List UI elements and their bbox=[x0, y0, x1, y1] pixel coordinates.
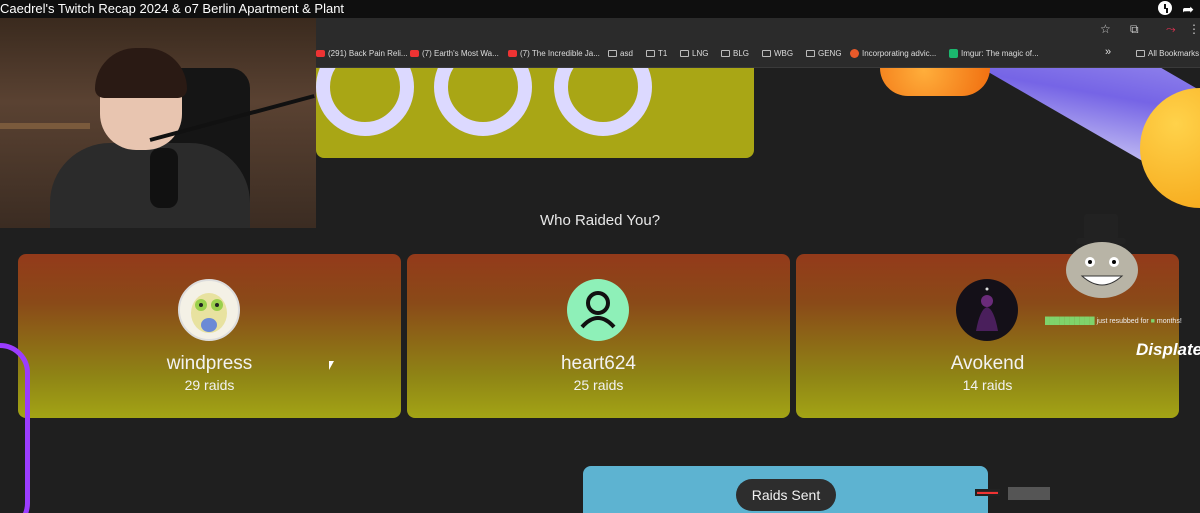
sponsor-logo: Displate bbox=[1136, 340, 1200, 359]
orange-ball-decoration bbox=[880, 68, 990, 96]
bookmark-item[interactable]: (7) The Incredible Ja... bbox=[508, 49, 600, 58]
bookmark-folder[interactable]: asd bbox=[608, 49, 633, 58]
webcam-overlay bbox=[0, 18, 316, 228]
raider-card[interactable]: windpress 29 raids bbox=[18, 254, 401, 418]
site-icon bbox=[850, 49, 859, 58]
raider-name: heart624 bbox=[560, 353, 636, 374]
bookmark-folder[interactable]: LNG bbox=[680, 49, 708, 58]
figure-avatar-icon bbox=[976, 287, 998, 331]
sub-username: ██████████ bbox=[1045, 318, 1095, 325]
star-icon[interactable]: ☆ bbox=[1100, 22, 1111, 36]
ring-decoration bbox=[316, 68, 414, 136]
bookmark-folder[interactable]: GENG bbox=[806, 49, 842, 58]
raid-count: 29 raids bbox=[184, 377, 235, 393]
sub-months: ■ bbox=[1150, 318, 1155, 325]
raid-count: 25 raids bbox=[573, 377, 624, 393]
folder-icon bbox=[680, 50, 689, 57]
browser-toolbar: ☆ ⧉ ⤳ ⋮ bbox=[316, 18, 1200, 44]
user-avatar-icon bbox=[580, 291, 616, 329]
folder-icon bbox=[1136, 50, 1145, 57]
imgur-icon bbox=[949, 49, 958, 58]
raider-avatar bbox=[956, 279, 1018, 341]
bookmarks-bar: (291) Back Pain Reli... (7) Earth's Most… bbox=[316, 44, 1200, 68]
video-title-bar: Caedrel's Twitch Recap 2024 & o7 Berlin … bbox=[0, 0, 1200, 18]
raids-sent-label: Raids Sent bbox=[736, 479, 836, 511]
menu-icon[interactable]: ⋮ bbox=[1188, 22, 1200, 36]
share-icon[interactable]: ➦ bbox=[1182, 1, 1194, 18]
overlay-tag: ▬▬▬ bbox=[975, 489, 1000, 496]
microphone bbox=[150, 148, 178, 208]
raider-avatar bbox=[567, 279, 629, 341]
watch-later-icon[interactable] bbox=[1158, 1, 1172, 15]
bookmarks-overflow[interactable]: » bbox=[1105, 46, 1111, 58]
raid-count: 14 raids bbox=[962, 377, 1013, 393]
sub-alert: ██████████ just resubbed for ■ months! bbox=[1045, 318, 1182, 325]
bookmark-item[interactable]: Incorporating advic... bbox=[850, 49, 936, 58]
sub-text: just resubbed for bbox=[1096, 318, 1149, 325]
bookmark-folder[interactable]: WBG bbox=[762, 49, 793, 58]
raider-name: windpress bbox=[166, 353, 253, 374]
bookmark-item[interactable]: Imgur: The magic of... bbox=[949, 49, 1039, 58]
all-bookmarks[interactable]: All Bookmarks bbox=[1136, 49, 1199, 58]
bookmark-item[interactable]: (291) Back Pain Reli... bbox=[316, 49, 408, 58]
shelf bbox=[0, 123, 90, 129]
mouse-cursor-icon bbox=[329, 361, 334, 370]
youtube-icon bbox=[316, 50, 325, 57]
youtube-icon bbox=[508, 50, 517, 57]
folder-icon bbox=[646, 50, 655, 57]
folder-icon bbox=[806, 50, 815, 57]
raider-name: Avokend bbox=[950, 353, 1025, 374]
youtube-icon bbox=[410, 50, 419, 57]
bookmark-item[interactable]: (7) Earth's Most Wa... bbox=[410, 49, 499, 58]
extensions-icon[interactable]: ⧉ bbox=[1130, 22, 1139, 37]
raids-sent-section: Raids Sent bbox=[583, 466, 988, 513]
raider-card[interactable]: heart624 25 raids bbox=[407, 254, 790, 418]
purple-decoration bbox=[0, 343, 30, 513]
overlay-image bbox=[1008, 487, 1050, 500]
owl-avatar-icon bbox=[191, 293, 227, 333]
ring-decoration bbox=[434, 68, 532, 136]
video-title[interactable]: Caedrel's Twitch Recap 2024 & o7 Berlin … bbox=[0, 1, 344, 16]
raider-avatar bbox=[178, 279, 240, 341]
folder-icon bbox=[762, 50, 771, 57]
green-stat-block bbox=[316, 68, 754, 158]
ring-decoration bbox=[554, 68, 652, 136]
folder-icon bbox=[608, 50, 617, 57]
sub-suffix: months! bbox=[1156, 318, 1182, 325]
extension-icon[interactable]: ⤳ bbox=[1166, 22, 1176, 37]
streamer-hair bbox=[95, 48, 187, 98]
top-hat-emote-icon bbox=[1062, 212, 1142, 302]
bookmark-folder[interactable]: BLG bbox=[721, 49, 749, 58]
bookmark-folder[interactable]: T1 bbox=[646, 49, 667, 58]
folder-icon bbox=[721, 50, 730, 57]
